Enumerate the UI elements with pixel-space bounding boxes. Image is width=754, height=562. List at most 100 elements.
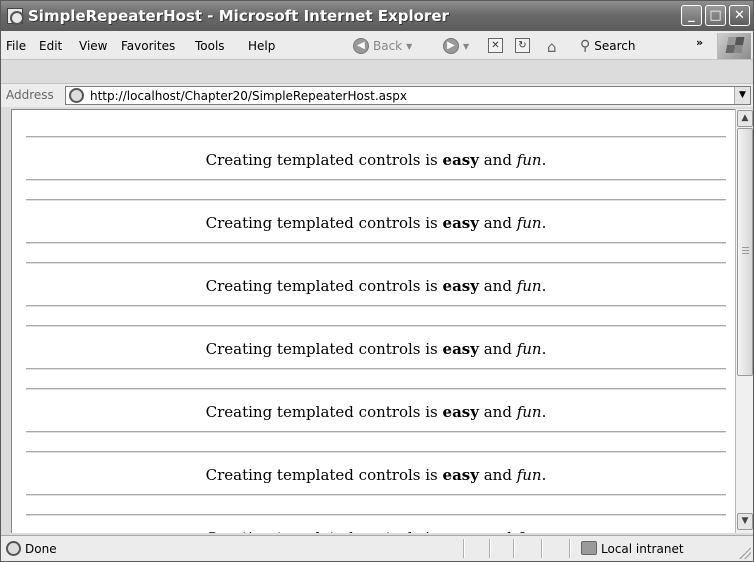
status-divider <box>541 539 543 558</box>
separator-line <box>26 179 726 181</box>
home-icon: ⌂ <box>547 38 557 56</box>
separator-line <box>26 451 726 453</box>
item-bold: easy <box>442 466 479 484</box>
separator-line <box>26 242 726 244</box>
item-suffix: . <box>541 340 547 358</box>
separator-line <box>26 262 726 264</box>
forward-dropdown-icon[interactable]: ▼ <box>463 42 469 51</box>
back-button[interactable]: ◀ Back ▼ <box>353 38 412 54</box>
item-bold: easy <box>442 403 479 421</box>
item-italic: fun <box>516 403 542 421</box>
maximize-button[interactable]: □ <box>705 5 726 26</box>
refresh-icon: ↻ <box>515 38 530 53</box>
separator-line <box>26 199 726 201</box>
item-bold: easy <box>442 151 479 169</box>
forward-button[interactable]: ▶ ▼ <box>443 38 469 54</box>
item-prefix: Creating templated controls is <box>205 340 443 358</box>
scroll-down-arrow-icon[interactable]: ▼ <box>737 513 753 530</box>
item-prefix: Creating templated controls is <box>205 466 443 484</box>
item-suffix: . <box>541 403 547 421</box>
address-label: Address <box>6 88 54 102</box>
menu-bar: File Edit View Favorites Tools Help ◀ Ba… <box>1 31 753 60</box>
scroll-up-arrow-icon[interactable]: ▲ <box>737 110 753 127</box>
item-mid: and <box>479 529 517 533</box>
repeater-item: Creating templated controls is easy and … <box>26 136 726 199</box>
item-suffix: . <box>541 214 547 232</box>
menu-help[interactable]: Help <box>248 39 275 53</box>
status-divider <box>569 539 571 558</box>
item-mid: and <box>478 277 517 295</box>
window-title: SimpleRepeaterHost - Microsoft Internet … <box>28 7 449 25</box>
separator-line <box>26 305 726 307</box>
item-prefix: Creating templated controls is <box>205 151 443 169</box>
repeater-item: Creating templated controls is easy and … <box>26 514 726 533</box>
item-suffix: . <box>541 466 547 484</box>
close-button[interactable]: ✕ <box>729 5 750 26</box>
item-italic: fun <box>517 529 542 533</box>
item-text: Creating templated controls is easy and … <box>26 466 726 484</box>
refresh-button[interactable]: ↻ <box>515 38 530 53</box>
security-zone: Local intranet <box>601 542 684 556</box>
home-button[interactable]: ⌂ <box>547 38 557 56</box>
item-mid: and <box>478 466 517 484</box>
item-italic: fun <box>516 151 542 169</box>
item-mid: and <box>478 214 517 232</box>
address-dropdown-icon[interactable]: ▼ <box>734 87 750 104</box>
repeater-item: Creating templated controls is easy and … <box>26 199 726 262</box>
item-suffix: . <box>541 151 547 169</box>
resize-grip-icon[interactable] <box>739 547 751 559</box>
item-suffix: . <box>541 277 547 295</box>
vertical-scrollbar[interactable]: ▲ ▼ <box>735 109 753 533</box>
status-text: Done <box>25 542 57 556</box>
intranet-zone-icon <box>581 541 597 555</box>
address-url[interactable]: http://localhost/Chapter20/SimpleRepeate… <box>90 89 407 103</box>
menu-edit[interactable]: Edit <box>39 39 62 53</box>
menu-view[interactable]: View <box>79 39 107 53</box>
search-button[interactable]: ⚲ Search <box>580 38 636 54</box>
item-italic: fun <box>516 214 542 232</box>
title-bar[interactable]: SimpleRepeaterHost - Microsoft Internet … <box>1 1 753 31</box>
item-italic: fun <box>516 466 542 484</box>
search-icon: ⚲ <box>580 38 591 54</box>
item-bold: easy <box>442 340 479 358</box>
repeater-item: Creating templated controls is easy and … <box>26 262 726 325</box>
separator-line <box>26 494 726 496</box>
status-page-icon <box>6 541 21 556</box>
repeater-item: Creating templated controls is easy and … <box>26 451 726 514</box>
scroll-thumb[interactable] <box>737 128 753 376</box>
item-prefix: Creating templated controls is <box>205 403 443 421</box>
back-label: Back <box>373 39 403 53</box>
item-prefix: Creating templated controls is <box>205 277 443 295</box>
item-mid: and <box>478 151 517 169</box>
separator-line <box>26 388 726 390</box>
menu-file[interactable]: File <box>6 39 26 53</box>
status-divider <box>513 539 515 558</box>
menu-tools[interactable]: Tools <box>195 39 225 53</box>
separator-line <box>26 431 726 433</box>
menu-favorites[interactable]: Favorites <box>121 39 175 53</box>
separator-line <box>26 368 726 370</box>
toolbar-overflow-chevron[interactable]: » <box>696 36 703 49</box>
item-text: Creating templated controls is easy and … <box>26 340 726 358</box>
repeater-item: Creating templated controls is easy and … <box>26 325 726 388</box>
minimize-button[interactable]: _ <box>681 5 702 26</box>
stop-button[interactable]: ✕ <box>488 38 503 53</box>
grip-icon <box>742 247 749 256</box>
ie-window-icon[interactable] <box>7 8 24 25</box>
item-text: Creating templated controls is easy and … <box>26 277 726 295</box>
item-bold: easy <box>443 529 479 533</box>
item-italic: fun <box>516 340 542 358</box>
repeater-item: Creating templated controls is easy and … <box>26 388 726 451</box>
page-content: Creating templated controls is easy and … <box>11 109 735 533</box>
item-mid: and <box>478 340 517 358</box>
item-mid: and <box>478 403 517 421</box>
address-input[interactable]: http://localhost/Chapter20/SimpleRepeate… <box>65 86 751 105</box>
item-prefix: Creating templated controls is <box>206 529 443 533</box>
back-dropdown-icon[interactable]: ▼ <box>406 42 412 51</box>
forward-arrow-icon: ▶ <box>443 38 459 54</box>
status-divider <box>489 539 491 558</box>
item-bold: easy <box>442 277 479 295</box>
browser-window: SimpleRepeaterHost - Microsoft Internet … <box>0 0 754 562</box>
status-bar: Done Local intranet <box>1 535 753 561</box>
item-text: Creating templated controls is easy and … <box>26 214 726 232</box>
